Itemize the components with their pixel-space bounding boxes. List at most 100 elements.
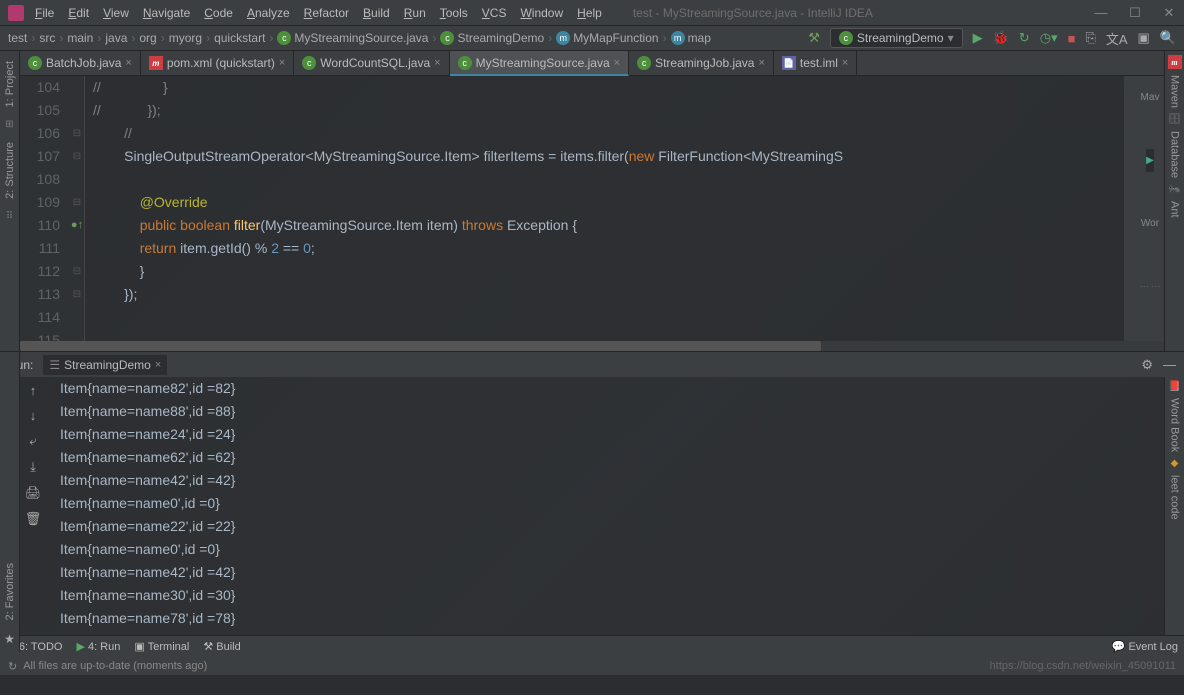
profile-button[interactable]: ◷▾ [1040, 30, 1058, 46]
app-icon [8, 5, 24, 21]
breadcrumb[interactable]: main [67, 31, 105, 45]
ant-tool-tab[interactable]: Ant [1167, 195, 1183, 224]
stop-button[interactable]: ■ [1068, 31, 1076, 46]
breadcrumb[interactable]: myorg [169, 31, 214, 45]
horizontal-scrollbar[interactable] [20, 341, 1164, 351]
close-icon[interactable]: × [125, 57, 131, 69]
overview-ruler[interactable] [1124, 76, 1136, 341]
wordbook-tab[interactable]: Word Book [1167, 392, 1183, 458]
vcs-status-icon[interactable]: ↻ [8, 660, 17, 673]
menu-edit[interactable]: Edit [61, 4, 96, 22]
trash-icon[interactable]: 🗑 [25, 511, 42, 527]
structure-tool-tab[interactable]: 2: Structure [2, 136, 18, 205]
build-button[interactable]: ⚒Build [203, 640, 240, 653]
status-message: All files are up-to-date (moments ago) [23, 660, 207, 672]
right-sidebar-lower: 📕 Word Book ◆ leet code [1164, 377, 1184, 635]
settings-icon[interactable]: ⚙ [1141, 357, 1153, 373]
line-gutter: 104105106107108109110111112113114115 [20, 76, 70, 341]
left-sidebar: 1: Project ⊞ 2: Structure ⠿ [0, 51, 20, 351]
run-tools-secondary: ↑ ↓ ⤶ ⤓ 🖨 🗑 [22, 377, 44, 635]
close-icon[interactable]: × [155, 359, 161, 371]
breadcrumb[interactable]: org [139, 31, 168, 45]
sidebar-icon: ⠿ [6, 211, 13, 222]
wrap-icon[interactable]: ⤶ [29, 433, 36, 449]
scroll-end-icon[interactable]: ⤓ [30, 459, 36, 475]
editor-tab[interactable]: cStreamingJob.java× [629, 51, 774, 75]
vcs-icon[interactable]: ⎘ [1085, 30, 1095, 46]
menu-run[interactable]: Run [397, 4, 433, 22]
editor-tabs: cBatchJob.java×mpom.xml (quickstart)×cWo… [20, 51, 1164, 76]
maven-icon[interactable]: m [1168, 55, 1182, 69]
watermark: https://blog.csdn.net/weixin_45091011 [990, 660, 1176, 672]
editor-tab[interactable]: cMyStreamingSource.java× [450, 51, 630, 76]
menu-view[interactable]: View [96, 4, 136, 22]
coverage-button[interactable]: ↻ [1019, 30, 1030, 46]
console-output[interactable]: Item{name=name82',id =82}Item{name=name8… [44, 377, 1164, 635]
breadcrumb[interactable]: quickstart [214, 31, 277, 45]
menu-help[interactable]: Help [570, 4, 609, 22]
print-icon[interactable]: 🖨 [25, 485, 42, 501]
close-icon[interactable]: × [842, 57, 848, 69]
debug-button[interactable]: 🐞 [993, 30, 1009, 46]
menu-navigate[interactable]: Navigate [136, 4, 197, 22]
project-structure-icon[interactable]: ▣ [1138, 30, 1150, 46]
close-icon[interactable]: × [614, 57, 620, 69]
up-icon[interactable]: ↑ [30, 383, 37, 398]
favorites-tab[interactable]: 2: Favorites [2, 557, 18, 626]
ant-icon[interactable]: 🐜 [1168, 184, 1180, 195]
run-button[interactable]: ▶ [973, 30, 983, 46]
menu-tools[interactable]: Tools [433, 4, 475, 22]
editor-tab[interactable]: cWordCountSQL.java× [294, 51, 449, 75]
close-icon[interactable]: × [279, 57, 285, 69]
lang-icon[interactable]: 文A [1106, 29, 1128, 48]
editor-tab[interactable]: cBatchJob.java× [20, 51, 141, 75]
menu-build[interactable]: Build [356, 4, 397, 22]
breadcrumb[interactable]: src [39, 31, 67, 45]
breadcrumb[interactable]: test [8, 31, 39, 45]
code-editor[interactable]: // }// }); // SingleOutputStreamOperator… [85, 76, 1124, 341]
leetcode-tab[interactable]: leet code [1167, 469, 1183, 526]
db-icon[interactable]: 🗄 [1168, 114, 1181, 125]
fold-gutter[interactable]: ⊟⊟⊟●↑⊟⊟ [70, 76, 85, 341]
maven-tool-tab[interactable]: Maven [1167, 69, 1183, 114]
run-tab[interactable]: ☰ StreamingDemo × [43, 355, 167, 375]
editor-tab[interactable]: 📄test.iml× [774, 51, 857, 75]
inlay-hints: Mav ▶ Wor ⋯ ⋯ ng to [1136, 76, 1164, 341]
menu-vcs[interactable]: VCS [475, 4, 514, 22]
minimize-button[interactable]: — [1094, 5, 1108, 21]
menu-window[interactable]: Window [513, 4, 570, 22]
menu-file[interactable]: File [28, 4, 61, 22]
star-icon[interactable]: ★ [4, 632, 15, 646]
editor-tab[interactable]: mpom.xml (quickstart)× [141, 51, 294, 75]
run-tool-button[interactable]: ▶4: Run [76, 640, 120, 653]
run-config-selector[interactable]: c StreamingDemo ▾ [830, 28, 963, 48]
play-gutter-icon[interactable]: ▶ [1146, 149, 1154, 172]
status-bar: ↻ All files are up-to-date (moments ago)… [0, 657, 1184, 675]
breadcrumb[interactable]: mmap [671, 31, 719, 45]
window-title: test - MyStreamingSource.java - IntelliJ… [633, 6, 873, 20]
close-icon[interactable]: × [434, 57, 440, 69]
minimize-panel-icon[interactable]: — [1163, 357, 1176, 373]
search-icon[interactable]: 🔍 [1160, 30, 1176, 46]
sidebar-icon: ⊞ [5, 119, 13, 130]
menu-analyze[interactable]: Analyze [240, 4, 297, 22]
breadcrumb[interactable]: cMyStreamingSource.java [277, 31, 440, 45]
breadcrumb[interactable]: mMyMapFunction [556, 31, 670, 45]
close-icon[interactable]: × [758, 57, 764, 69]
breadcrumb[interactable]: cStreamingDemo [440, 31, 556, 45]
event-log-button[interactable]: 💬Event Log [1112, 640, 1178, 653]
menu-refactor[interactable]: Refactor [297, 4, 356, 22]
navbar: testsrcmainjavaorgmyorgquickstartcMyStre… [0, 26, 1184, 51]
hammer-icon[interactable]: ⚒ [808, 30, 820, 46]
tool-buttons-bar: ☰6: TODO ▶4: Run ▣Terminal ⚒Build 💬Event… [0, 635, 1184, 657]
menubar: FileEditViewNavigateCodeAnalyzeRefactorB… [0, 0, 1184, 26]
maximize-button[interactable]: ☐ [1128, 5, 1142, 21]
down-icon[interactable]: ↓ [30, 408, 37, 423]
breadcrumb[interactable]: java [105, 31, 139, 45]
right-sidebar: m Maven 🗄 Database 🐜 Ant [1164, 51, 1184, 351]
menu-code[interactable]: Code [197, 4, 240, 22]
close-button[interactable]: ✕ [1162, 5, 1176, 21]
project-tool-tab[interactable]: 1: Project [2, 55, 18, 113]
terminal-button[interactable]: ▣Terminal [134, 640, 189, 653]
database-tool-tab[interactable]: Database [1167, 125, 1183, 184]
